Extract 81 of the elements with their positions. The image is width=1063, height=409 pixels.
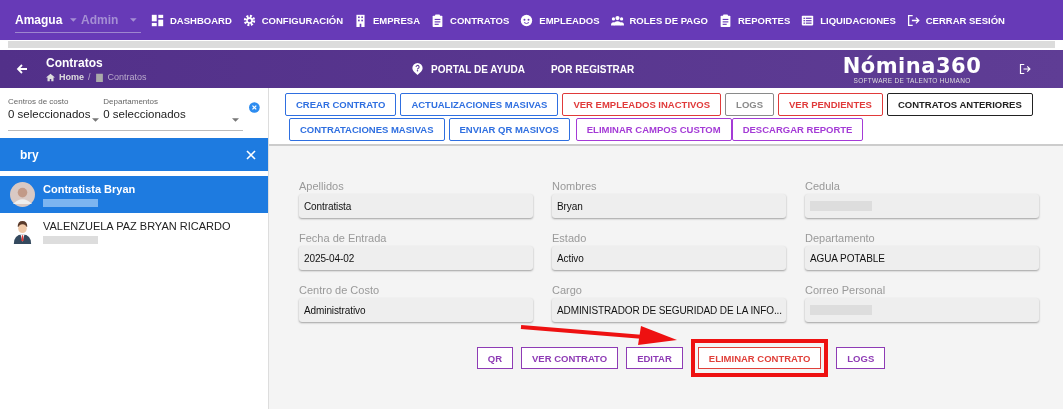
field-label: Cargo [552,284,583,296]
avatar [10,182,35,207]
back-arrow-icon[interactable] [16,63,28,75]
page-title: Contratos [46,56,104,70]
face-icon [520,13,534,27]
field-label: Fecha de Entrada [299,232,388,244]
contract-button[interactable]: VER CONTRATO [521,347,619,369]
action-button[interactable]: ACTUALIZACIONES MASIVAS [400,93,559,116]
action-button[interactable]: CONTRATACIONES MASIVAS [289,118,445,141]
logo: Nómina360 [842,54,982,77]
list-icon [801,13,815,27]
input-field[interactable]: AGUA POTABLE [805,246,1039,270]
field-label: Centro de Costo [299,284,381,296]
help-icon [412,63,423,75]
home-icon [46,72,55,82]
nav-link[interactable]: DASHBOARD [151,13,232,27]
input-field[interactable]: Bryan [552,194,786,218]
field-label: Departamento [805,232,876,244]
breadcrumb-separator: / [88,72,91,82]
action-button[interactable]: ENVIAR QR MASIVOS [448,118,570,141]
action-button[interactable]: ELIMINAR CAMPOS CUSTOM [575,118,732,141]
input-field[interactable] [805,298,1039,322]
contract-button[interactable]: LOGS [836,347,886,369]
gear-icon [242,13,256,27]
action-button[interactable]: CONTRATOS ANTERIORES [886,93,1033,116]
contract-button[interactable]: QR [476,347,513,369]
field-label: Estado [552,232,588,244]
redacted-text [43,198,98,207]
people-icon [610,13,624,27]
close-icon[interactable] [246,149,256,160]
action-button[interactable]: VER PENDIENTES [778,93,883,116]
nav-link[interactable]: ROLES DE PAGO [610,13,708,27]
input-field[interactable] [805,194,1039,218]
action-button[interactable]: LOGS [725,93,774,116]
filter-select[interactable]: Centros de costo 0 seleccionados [8,97,104,131]
caret-icon [70,17,77,22]
input-field[interactable]: Activo [552,246,786,270]
caret-icon [92,118,100,122]
pending-link[interactable]: POR REGISTRAR [550,63,635,75]
action-button[interactable]: DESCARGAR REPORTE [731,118,864,141]
clipboard-icon [94,72,104,82]
redacted-text [43,235,98,244]
action-button[interactable]: CREAR CONTRATO [285,93,397,116]
input-field[interactable]: Administrativo [299,298,533,322]
clipboard-icon [431,13,444,27]
employee-name: VALENZUELA PAZ BRYAN RICARDO [43,219,231,232]
logout-icon [906,13,920,27]
breadcrumb-link[interactable]: Home [59,72,84,82]
filter-select[interactable]: Departamentos 0 seleccionados [103,97,244,131]
input-field[interactable]: Contratista [299,194,533,218]
clear-icon[interactable] [249,101,260,113]
field-label: Cedula [805,180,841,192]
scrollbar[interactable] [7,40,1056,49]
nav-link[interactable]: CONFIGURACIÓN [242,13,344,27]
employee-item[interactable]: Contratista Bryan [0,176,268,213]
caret-icon [232,118,240,122]
nav-link[interactable]: CERRAR SESIÓN [906,13,1005,27]
company-select[interactable]: Amagua [15,12,63,27]
contract-button[interactable]: ELIMINAR CONTRATO [697,347,822,369]
dashboard-icon [151,13,164,27]
building-icon [354,13,368,27]
nav-link[interactable]: EMPRESA [354,13,420,27]
caret-icon [130,17,137,22]
nav-link[interactable]: REPORTES [719,13,791,27]
action-button[interactable]: VER EMPLEADOS INACTIVOS [562,93,722,116]
contract-button[interactable]: EDITAR [626,347,683,369]
clipboard-icon [719,13,732,27]
search-field[interactable]: bry [0,138,268,171]
field-label: Correo Personal [805,284,887,296]
field-label: Nombres [552,180,598,192]
nav-link[interactable]: EMPLEADOS [520,13,600,27]
help-portal-link[interactable]: PORTAL DE AYUDA [412,63,525,75]
employee-name: Contratista Bryan [43,182,136,195]
nav-link[interactable]: CONTRATOS [431,13,510,27]
employee-item[interactable]: VALENZUELA PAZ BRYAN RICARDO [0,213,268,250]
breadcrumb-current: Contratos [107,72,147,82]
field-label: Apellidos [299,180,345,192]
logout-icon[interactable] [1019,63,1031,75]
input-field[interactable]: ADMINISTRADOR DE SEGURIDAD DE LA INFO... [552,298,786,322]
nav-link[interactable]: LIQUIDACIONES [801,13,896,27]
input-field[interactable]: 2025-04-02 [299,246,533,270]
